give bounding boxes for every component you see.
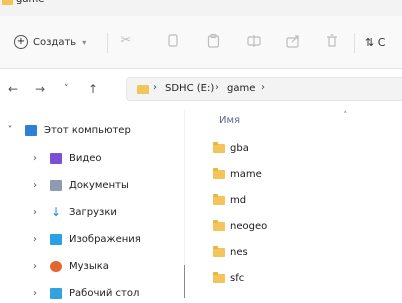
sort-ascending-icon: ˄ <box>343 111 348 121</box>
chevron-right-icon: › <box>33 287 37 299</box>
sidebar-item-label: Изображения <box>69 233 141 245</box>
sort-button[interactable]: ⇅ С <box>365 36 385 49</box>
recent-locations-icon[interactable]: ˅ <box>64 84 69 94</box>
delete-button[interactable] <box>326 34 338 48</box>
sidebar-item-video[interactable]: › Видео <box>30 148 102 168</box>
sidebar-item-label: Рабочий стол <box>69 287 140 299</box>
list-item[interactable]: nes <box>213 243 248 261</box>
sidebar-item-label: Видео <box>69 152 102 164</box>
list-item[interactable]: neogeo <box>213 217 267 235</box>
column-header-name[interactable]: Имя <box>219 115 240 126</box>
address-row: ← → ˅ ↑ › SDHC (E:) › game › <box>0 69 402 109</box>
desktop-icon <box>50 287 62 299</box>
rename-button[interactable] <box>247 34 261 48</box>
share-icon <box>286 35 299 48</box>
toolbar-divider <box>354 33 355 53</box>
sidebar-item-downloads[interactable]: › ↓ Загрузки <box>30 202 117 222</box>
chevron-right-icon: › <box>33 206 37 218</box>
chevron-right-icon: › <box>33 152 37 164</box>
copy-icon <box>168 34 178 47</box>
create-label: Создать <box>33 36 77 48</box>
title-bar: game <box>0 0 402 16</box>
documents-icon <box>50 179 62 191</box>
computer-icon <box>25 124 37 136</box>
up-arrow-icon[interactable]: ↑ <box>88 82 98 96</box>
file-name: sfc <box>230 272 245 284</box>
window-title: game <box>16 0 44 5</box>
breadcrumb-separator: › <box>261 82 265 93</box>
file-list: ˄ Имя gba mame md neogeo nes sfc <box>185 110 402 298</box>
sidebar-item-label: Музыка <box>69 260 109 272</box>
create-button[interactable]: + Создать ▾ <box>8 31 92 53</box>
trash-icon <box>327 34 337 47</box>
chevron-right-icon: › <box>33 260 37 272</box>
sidebar-item-label: Этот компьютер <box>44 124 131 136</box>
sidebar-item-label: Загрузки <box>69 206 117 218</box>
folder-icon <box>2 0 13 5</box>
chevron-down-icon: ˅ <box>7 124 13 136</box>
chevron-right-icon: › <box>33 233 37 245</box>
downloads-icon: ↓ <box>50 204 62 219</box>
folder-icon <box>213 245 225 257</box>
clipboard-icon <box>207 34 220 48</box>
folder-icon <box>213 167 225 179</box>
list-item[interactable]: sfc <box>213 269 244 287</box>
scissors-icon: ✂ <box>120 33 132 48</box>
forward-arrow-icon[interactable]: → <box>35 82 45 96</box>
list-item[interactable]: mame <box>213 165 262 183</box>
folder-icon <box>213 141 225 153</box>
folder-icon <box>137 85 149 94</box>
sidebar-item-this-pc[interactable]: ˅ Этот компьютер <box>5 120 131 140</box>
chevron-right-icon: › <box>33 179 37 191</box>
folder-icon <box>213 271 225 283</box>
file-name: nes <box>230 246 248 258</box>
sidebar-item-label: Документы <box>69 179 129 191</box>
address-bar[interactable]: › SDHC (E:) › game › <box>126 77 402 101</box>
command-bar: + Создать ▾ ✂ ⇅ С <box>0 16 402 69</box>
sidebar-item-images[interactable]: › Изображения <box>30 229 141 249</box>
list-item[interactable]: md <box>213 191 246 209</box>
file-name: mame <box>230 168 262 180</box>
file-name: neogeo <box>230 220 268 232</box>
breadcrumb-separator: › <box>215 82 219 93</box>
toolbar-divider <box>107 33 108 53</box>
sidebar-item-music[interactable]: › Музыка <box>30 256 109 276</box>
chevron-down-icon: ▾ <box>82 37 87 47</box>
back-arrow-icon[interactable]: ← <box>8 82 18 96</box>
navigation-pane: ˅ Этот компьютер › Видео › Документы › ↓… <box>0 110 183 299</box>
rename-icon <box>247 35 261 47</box>
plus-icon: + <box>14 35 28 49</box>
folder-icon <box>213 219 225 231</box>
list-item[interactable]: gba <box>213 139 249 157</box>
file-name: gba <box>230 142 249 154</box>
file-name: md <box>230 194 247 206</box>
images-icon <box>50 233 62 245</box>
paste-button[interactable] <box>207 34 220 48</box>
breadcrumb-drive[interactable]: SDHC (E:) <box>165 83 214 94</box>
copy-button[interactable] <box>167 34 179 48</box>
cut-button[interactable]: ✂ <box>119 34 133 48</box>
folder-icon <box>213 193 225 205</box>
video-icon <box>50 152 62 164</box>
breadcrumb-folder[interactable]: game <box>227 83 255 94</box>
share-button[interactable] <box>286 34 300 48</box>
sidebar-item-desktop[interactable]: › Рабочий стол <box>30 283 139 303</box>
breadcrumb-separator: › <box>153 82 157 93</box>
music-icon <box>50 260 62 272</box>
sidebar-item-documents[interactable]: › Документы <box>30 175 129 195</box>
